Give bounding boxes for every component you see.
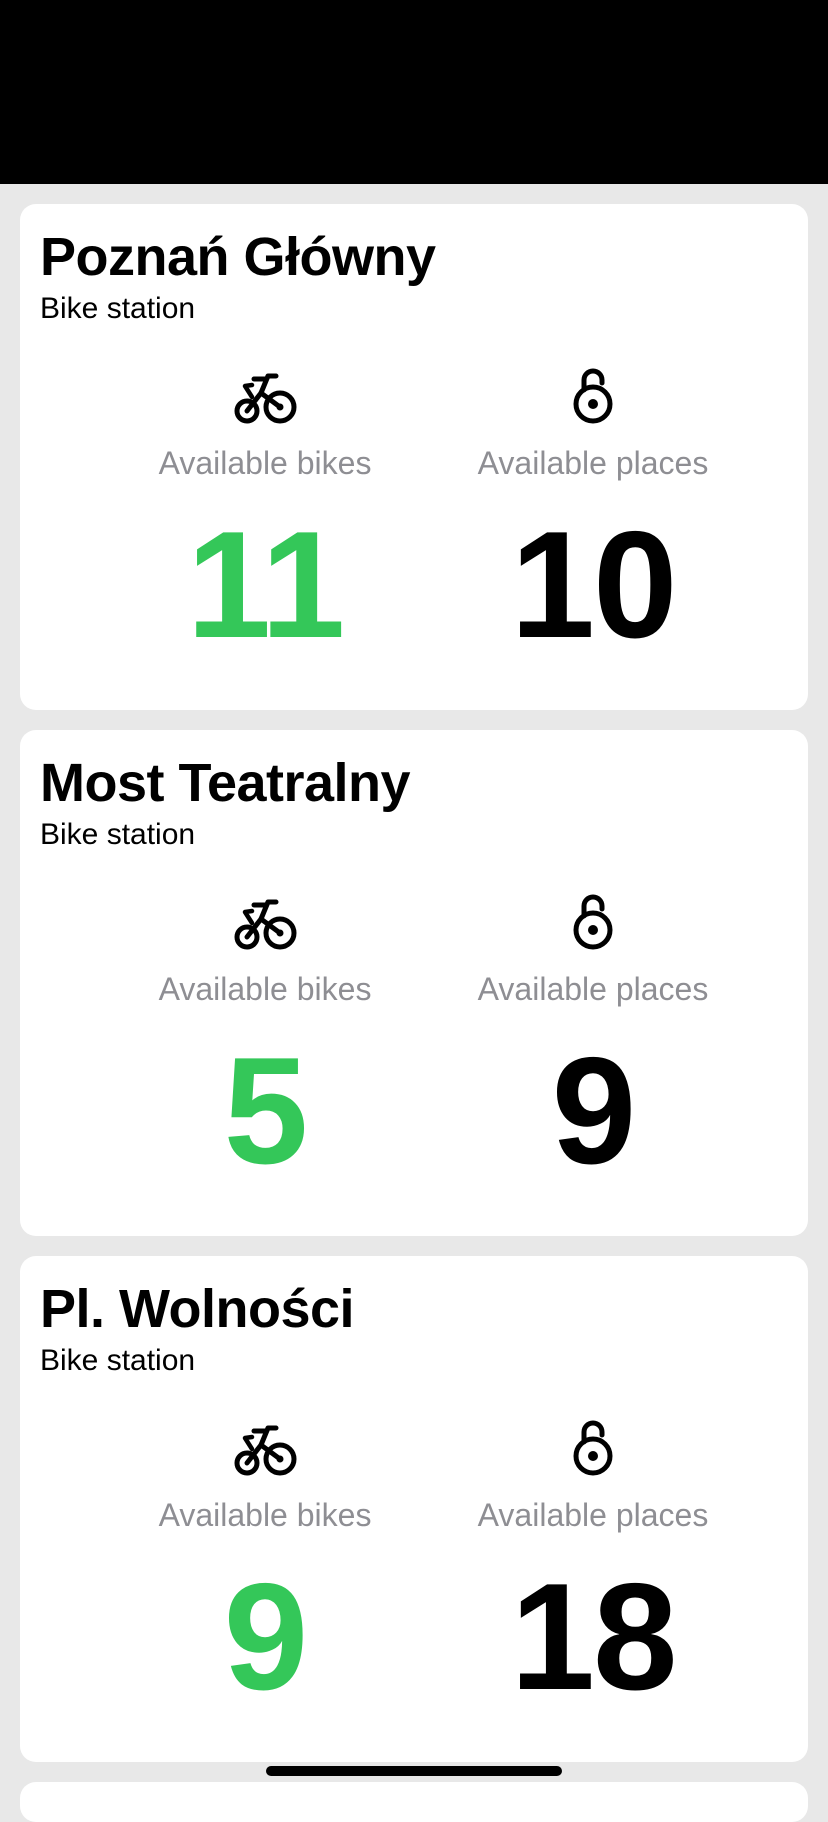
station-card[interactable]: Poznań Główny Bike station Available bik… bbox=[20, 204, 808, 710]
available-bikes-stat: Available bikes 11 bbox=[115, 364, 415, 694]
station-name: Most Teatralny bbox=[40, 753, 411, 813]
next-station-card[interactable] bbox=[20, 1782, 808, 1822]
available-places-stat: Available places 9 bbox=[443, 890, 743, 1220]
station-card[interactable]: Pl. Wolności Bike station Available bike… bbox=[20, 1256, 808, 1762]
station-card[interactable]: Most Teatralny Bike station Available bi… bbox=[20, 730, 808, 1236]
available-places-stat: Available places 10 bbox=[443, 364, 743, 694]
home-indicator[interactable] bbox=[266, 1766, 562, 1776]
available-bikes-count: 5 bbox=[223, 1026, 309, 1196]
available-places-count: 10 bbox=[510, 500, 677, 670]
status-bar-area bbox=[0, 0, 828, 184]
available-places-count: 9 bbox=[551, 1026, 637, 1196]
bicycle-icon bbox=[232, 890, 298, 956]
lock-open-icon bbox=[560, 364, 626, 430]
available-places-label: Available places bbox=[477, 1497, 709, 1533]
available-bikes-label: Available bikes bbox=[158, 1497, 372, 1533]
available-bikes-stat: Available bikes 5 bbox=[115, 890, 415, 1220]
available-bikes-count: 9 bbox=[223, 1552, 309, 1722]
lock-open-icon bbox=[560, 890, 626, 956]
station-name: Poznań Główny bbox=[40, 227, 436, 287]
station-name: Pl. Wolności bbox=[40, 1279, 355, 1339]
available-places-count: 18 bbox=[510, 1552, 677, 1722]
station-type: Bike station bbox=[40, 818, 196, 851]
station-type: Bike station bbox=[40, 292, 196, 325]
available-places-stat: Available places 18 bbox=[443, 1416, 743, 1746]
lock-open-icon bbox=[560, 1416, 626, 1482]
available-places-label: Available places bbox=[477, 971, 709, 1007]
available-bikes-label: Available bikes bbox=[158, 445, 372, 481]
bicycle-icon bbox=[232, 364, 298, 430]
available-bikes-count: 11 bbox=[186, 500, 346, 670]
station-type: Bike station bbox=[40, 1344, 196, 1377]
available-places-label: Available places bbox=[477, 445, 709, 481]
available-bikes-stat: Available bikes 9 bbox=[115, 1416, 415, 1746]
available-bikes-label: Available bikes bbox=[158, 971, 372, 1007]
bicycle-icon bbox=[232, 1416, 298, 1482]
